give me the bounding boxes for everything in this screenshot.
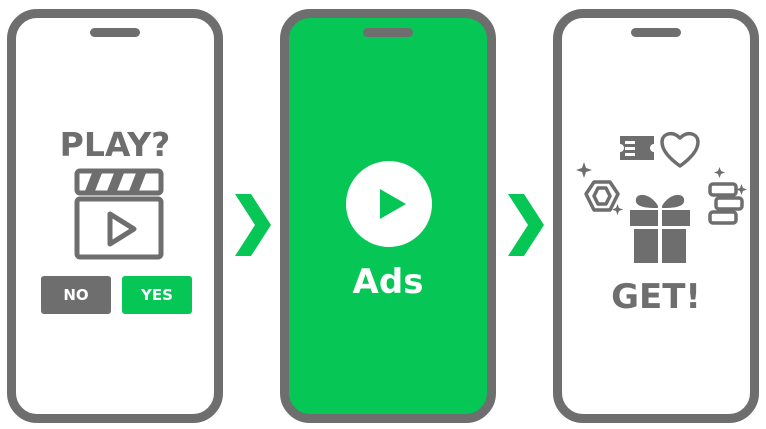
phone-notch [90,28,140,37]
stacked-coins-icon [708,182,744,225]
play-question-title: PLAY? [59,125,171,164]
get-label: GET! [611,277,701,317]
phone-reward-step: GET! [553,9,759,423]
rewards-illustration [576,131,747,263]
yes-button[interactable]: YES [122,276,192,314]
phone-notch [631,28,681,37]
phone-notch [363,28,413,37]
chevron-right-icon [235,194,271,256]
no-button[interactable]: NO [41,276,111,314]
gift-icon [630,194,690,263]
phone-ads-step: Ads [280,9,496,423]
phone-play-step: PLAY? NO YES [7,9,223,423]
gem-icon [584,180,620,212]
chevron-right-icon [508,194,544,256]
ads-label: Ads [352,262,424,302]
play-circle-icon [346,161,432,247]
heart-icon [660,131,700,168]
ticket-icon [620,136,654,160]
video-clapper-icon [74,168,164,260]
